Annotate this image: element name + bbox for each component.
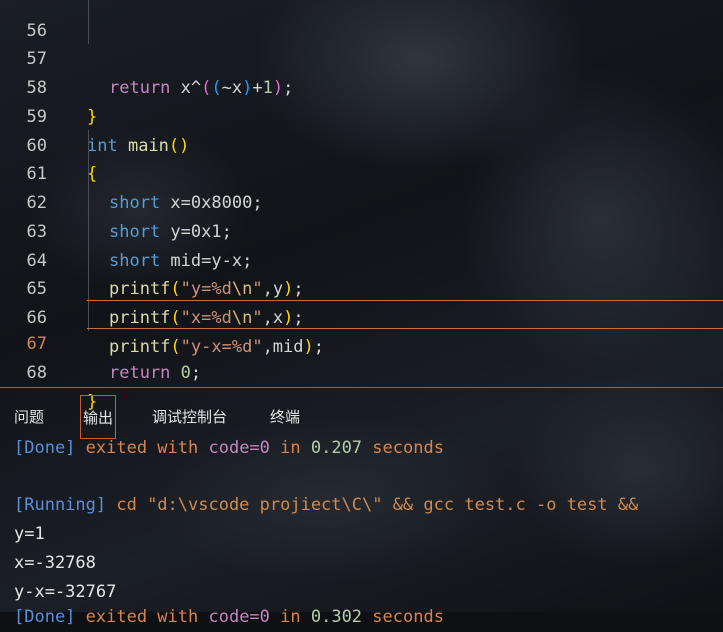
tab-output[interactable]: 输出 <box>80 395 117 439</box>
indent-guide <box>88 0 89 44</box>
code-line[interactable]: 65 printf("x=%d\n",x); <box>0 247 723 328</box>
code-line[interactable]: 56 <box>0 0 723 41</box>
code-line[interactable]: 61 short x=0x8000; <box>0 132 723 213</box>
code-line[interactable]: 59 int main() <box>0 74 723 156</box>
code-editor[interactable]: 56 57 return x^((~x)+1); 58 } 59 int mai… <box>0 0 723 412</box>
code-text: return 0; <box>109 362 202 383</box>
code-line[interactable]: 60 { <box>0 103 723 185</box>
line-number: 68 <box>26 363 47 384</box>
code-line[interactable]: 62 short y=0x1; <box>0 160 723 242</box>
code-line[interactable]: 57 return x^((~x)+1); <box>0 17 723 98</box>
panel-divider[interactable] <box>0 387 723 388</box>
output-line-running: [Running] cd "d:\vscode projiect\C\" && … <box>14 495 649 515</box>
code-line[interactable]: 63 short mid=y-x; <box>0 189 723 271</box>
output-line: x=-32768 <box>14 553 96 573</box>
output-line: y=1 <box>14 524 45 544</box>
current-line-highlight <box>87 300 723 329</box>
code-line[interactable]: 58 } <box>0 45 723 127</box>
output-line-done: [Done] exited with code=0 in 0.302 secon… <box>14 607 444 627</box>
code-line[interactable]: 64 printf("y=%d\n",y); <box>0 218 723 300</box>
tab-debug-console[interactable]: 调试控制台 <box>152 403 227 431</box>
output-line-done: [Done] exited with code=0 in 0.207 secon… <box>14 438 444 458</box>
tab-terminal[interactable]: 终端 <box>270 403 300 431</box>
code-line[interactable]: 68 } <box>0 331 723 412</box>
tab-problems[interactable]: 问题 <box>14 403 44 431</box>
